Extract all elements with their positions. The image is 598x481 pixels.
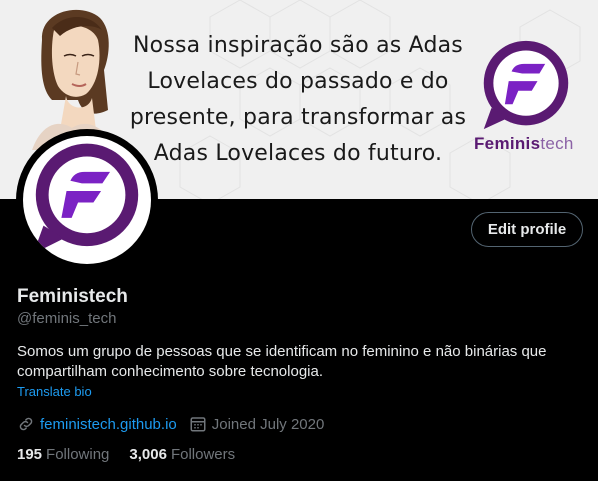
website-item: feministech.github.io (17, 415, 177, 433)
profile-name: Feministech (17, 286, 128, 307)
edit-profile-button[interactable]: Edit profile (471, 212, 583, 247)
brand-part-feminis: Feminis (474, 134, 541, 153)
joined-item: Joined July 2020 (189, 415, 325, 433)
following-label: Following (46, 446, 110, 463)
brand-part-tech: tech (540, 134, 574, 153)
feministech-logo-icon (33, 143, 139, 254)
website-link[interactable]: feministech.github.io (40, 416, 177, 433)
following-count: 195 (17, 446, 43, 463)
profile-stats: 195 Following 3,006 Followers (17, 446, 255, 463)
quote-line: Lovelaces do passado e do (147, 69, 449, 94)
followers-label: Followers (170, 446, 236, 463)
profile-bio: Somos um grupo de pessoas que se identif… (17, 343, 547, 380)
link-icon (19, 417, 33, 431)
profile-meta: feministech.github.io Joined July 2020 (17, 414, 336, 434)
profile-handle: @feminis_tech (17, 310, 117, 327)
profile-avatar[interactable] (16, 129, 158, 271)
quote-line: Adas Lovelaces do futuro. (153, 141, 443, 166)
feministech-logo-icon (483, 40, 569, 130)
joined-date: Joined July 2020 (211, 415, 325, 433)
calendar-icon (190, 417, 206, 432)
translate-bio-link[interactable]: Translate bio (17, 384, 92, 399)
banner-brand-name: Feministech (474, 134, 574, 154)
avatar-image (23, 136, 151, 264)
following-link[interactable]: 195 Following (17, 446, 109, 463)
followers-count: 3,006 (129, 446, 167, 463)
quote-line: presente, para transformar as (129, 105, 467, 130)
banner-quote: Nossa inspiração são as Adas Lovelaces d… (118, 28, 478, 172)
followers-link[interactable]: 3,006 Followers (129, 446, 235, 463)
quote-line: Nossa inspiração são as Adas (133, 33, 463, 58)
